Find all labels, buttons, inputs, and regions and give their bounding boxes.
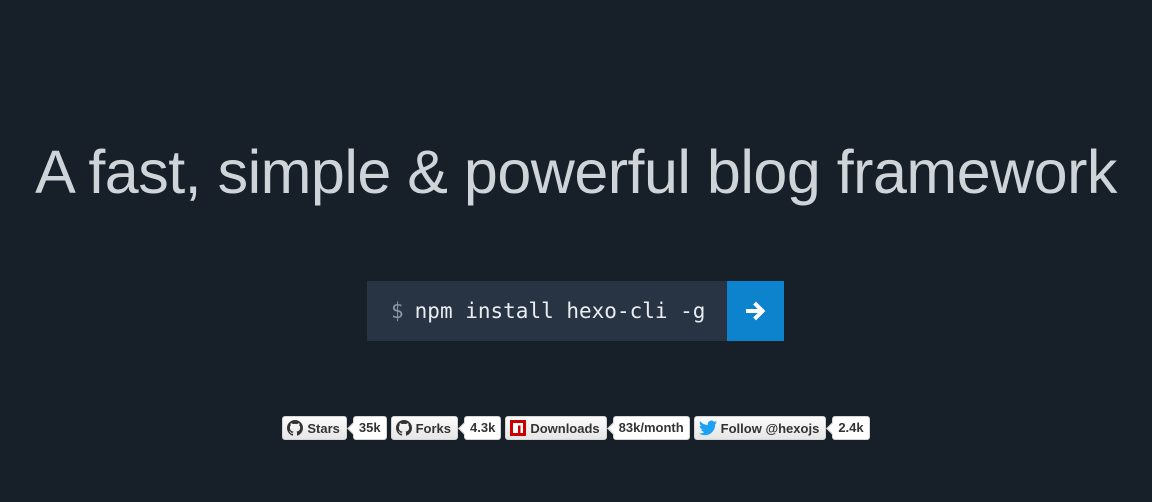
install-command-text: npm install hexo-cli -g	[414, 299, 706, 323]
downloads-count[interactable]: 83k/month	[612, 416, 690, 440]
badge-label: Forks	[415, 420, 451, 436]
get-started-button[interactable]	[727, 281, 784, 341]
badge-label: Stars	[307, 420, 340, 436]
npm-downloads-button[interactable]: Downloads	[505, 416, 607, 440]
hero-title: A fast, simple & powerful blog framework	[35, 138, 1117, 206]
shell-prompt: $	[391, 299, 404, 323]
twitter-follow-button[interactable]: Follow @hexojs	[693, 416, 827, 440]
social-badges: Stars 35k Forks 4.3k Downloads 83k/month	[0, 416, 1152, 440]
npm-downloads-badge: Downloads 83k/month	[505, 416, 690, 440]
install-command[interactable]: $ npm install hexo-cli -g	[367, 281, 727, 341]
twitter-icon	[698, 420, 717, 436]
twitter-follow-badge: Follow @hexojs 2.4k	[693, 416, 870, 440]
followers-count[interactable]: 2.4k	[832, 416, 870, 440]
npm-icon	[510, 420, 527, 436]
github-icon	[287, 420, 304, 436]
github-icon	[395, 420, 412, 436]
github-forks-button[interactable]: Forks	[390, 416, 458, 440]
badge-label: Downloads	[530, 420, 600, 436]
github-forks-badge: Forks 4.3k	[390, 416, 502, 440]
arrow-right-icon	[745, 301, 765, 321]
badge-label: Follow @hexojs	[720, 420, 820, 436]
github-stars-badge: Stars 35k	[282, 416, 387, 440]
forks-count[interactable]: 4.3k	[464, 416, 502, 440]
install-command-box: $ npm install hexo-cli -g	[367, 281, 784, 341]
github-stars-button[interactable]: Stars	[282, 416, 347, 440]
stars-count[interactable]: 35k	[352, 416, 387, 440]
